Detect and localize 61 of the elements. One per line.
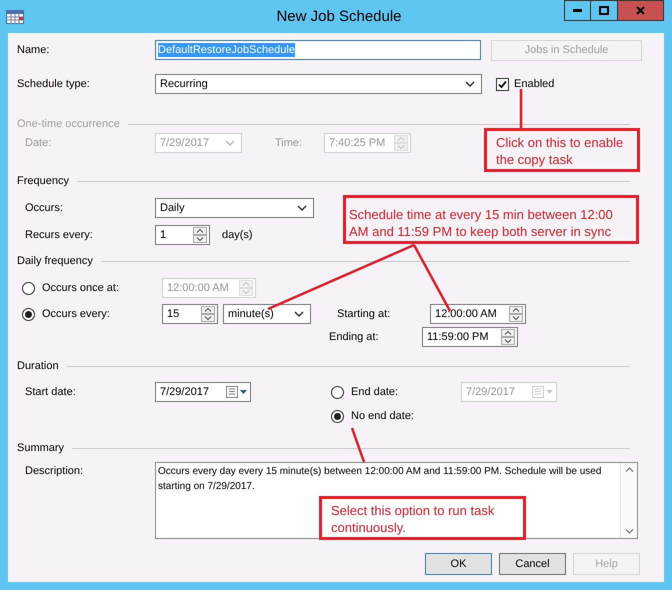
close-icon [636,6,645,15]
calendar-grid-icon [6,10,24,24]
chevron-down-icon [297,205,307,211]
recurs-every-spinner[interactable]: 1 [155,225,210,245]
enabled-checkbox[interactable] [496,78,509,90]
field-label: Starting at: [337,307,392,321]
field-label: Recurs every: [25,228,94,242]
field-label: Occurs every: [42,307,111,321]
field-label: Name: [17,43,50,57]
section-heading: Daily frequency [17,254,94,268]
spinner-arrows-icon[interactable] [201,306,215,322]
chevron-down-icon [465,81,475,87]
field-label: Description: [25,464,84,478]
starting-time-field[interactable]: 12:00:00 AM [430,304,526,324]
dialog-button[interactable]: Cancel [499,553,566,575]
calendar-dropdown-icon[interactable] [226,386,248,398]
field-label: No end date: [351,409,414,423]
start-date-picker[interactable]: 7/29/2017 [155,382,251,402]
spinner-arrows-icon[interactable] [193,227,207,243]
schedule-type-dropdown[interactable]: Recurring [155,74,482,94]
annotation-callout: Click on this to enable the copy task [484,128,640,172]
annotation-callout: Schedule time at every 15 min between 12:00 AM and 11:59 PM to keep both server in sync [343,195,639,244]
field-label: End date: [351,385,400,399]
scroll-up-icon[interactable] [624,467,634,472]
leader-line [520,89,522,128]
chevron-down-icon [225,140,235,146]
spinner-arrows-icon[interactable] [501,329,515,345]
minimize-icon [573,9,582,12]
field-label: Ending at: [329,330,380,344]
field-label: Start date: [25,385,77,399]
occurs-dropdown[interactable]: Daily [155,198,314,218]
field-label: Enabled [514,77,554,91]
interval-spinner[interactable]: 15 [162,304,218,324]
description-text: Occurs every day every 15 minute(s) between 12:00:00 AM and 11:59:00 PM. Schedule will be used starting on 7/29/2017. [157,465,602,494]
radio-button[interactable] [331,386,344,398]
field-label: Occurs: [25,201,64,215]
spinner-arrows-icon[interactable] [509,306,523,322]
maximize-icon [599,6,609,15]
field-label: Date: [25,136,52,150]
field-label: day(s) [222,228,253,242]
field-label: Occurs once at: [42,281,120,295]
radio-button[interactable] [22,308,35,320]
field-label: Schedule type: [17,77,91,91]
window-title: New Job Schedule [275,10,403,24]
close-button[interactable] [618,0,664,21]
field-label: Time: [274,136,304,150]
radio-button[interactable] [331,410,344,422]
minimize-button[interactable] [564,0,591,21]
annotation-tooltip: Select this option to run task continuously. [319,496,526,540]
section-heading: Frequency [17,174,70,188]
chevron-down-icon [294,311,304,317]
dialog-button[interactable]: OK [425,553,492,575]
scrollbar[interactable] [620,463,637,538]
section-heading: One-time occurrence [17,117,121,131]
scroll-down-icon[interactable] [624,529,634,534]
radio-button[interactable] [22,282,35,294]
section-heading: Summary [17,441,66,455]
ending-time-field[interactable]: 11:59:00 PM [422,327,518,347]
section-heading: Duration [17,359,60,373]
interval-unit-dropdown[interactable]: minute(s) [223,304,311,324]
leader-line [350,428,366,462]
